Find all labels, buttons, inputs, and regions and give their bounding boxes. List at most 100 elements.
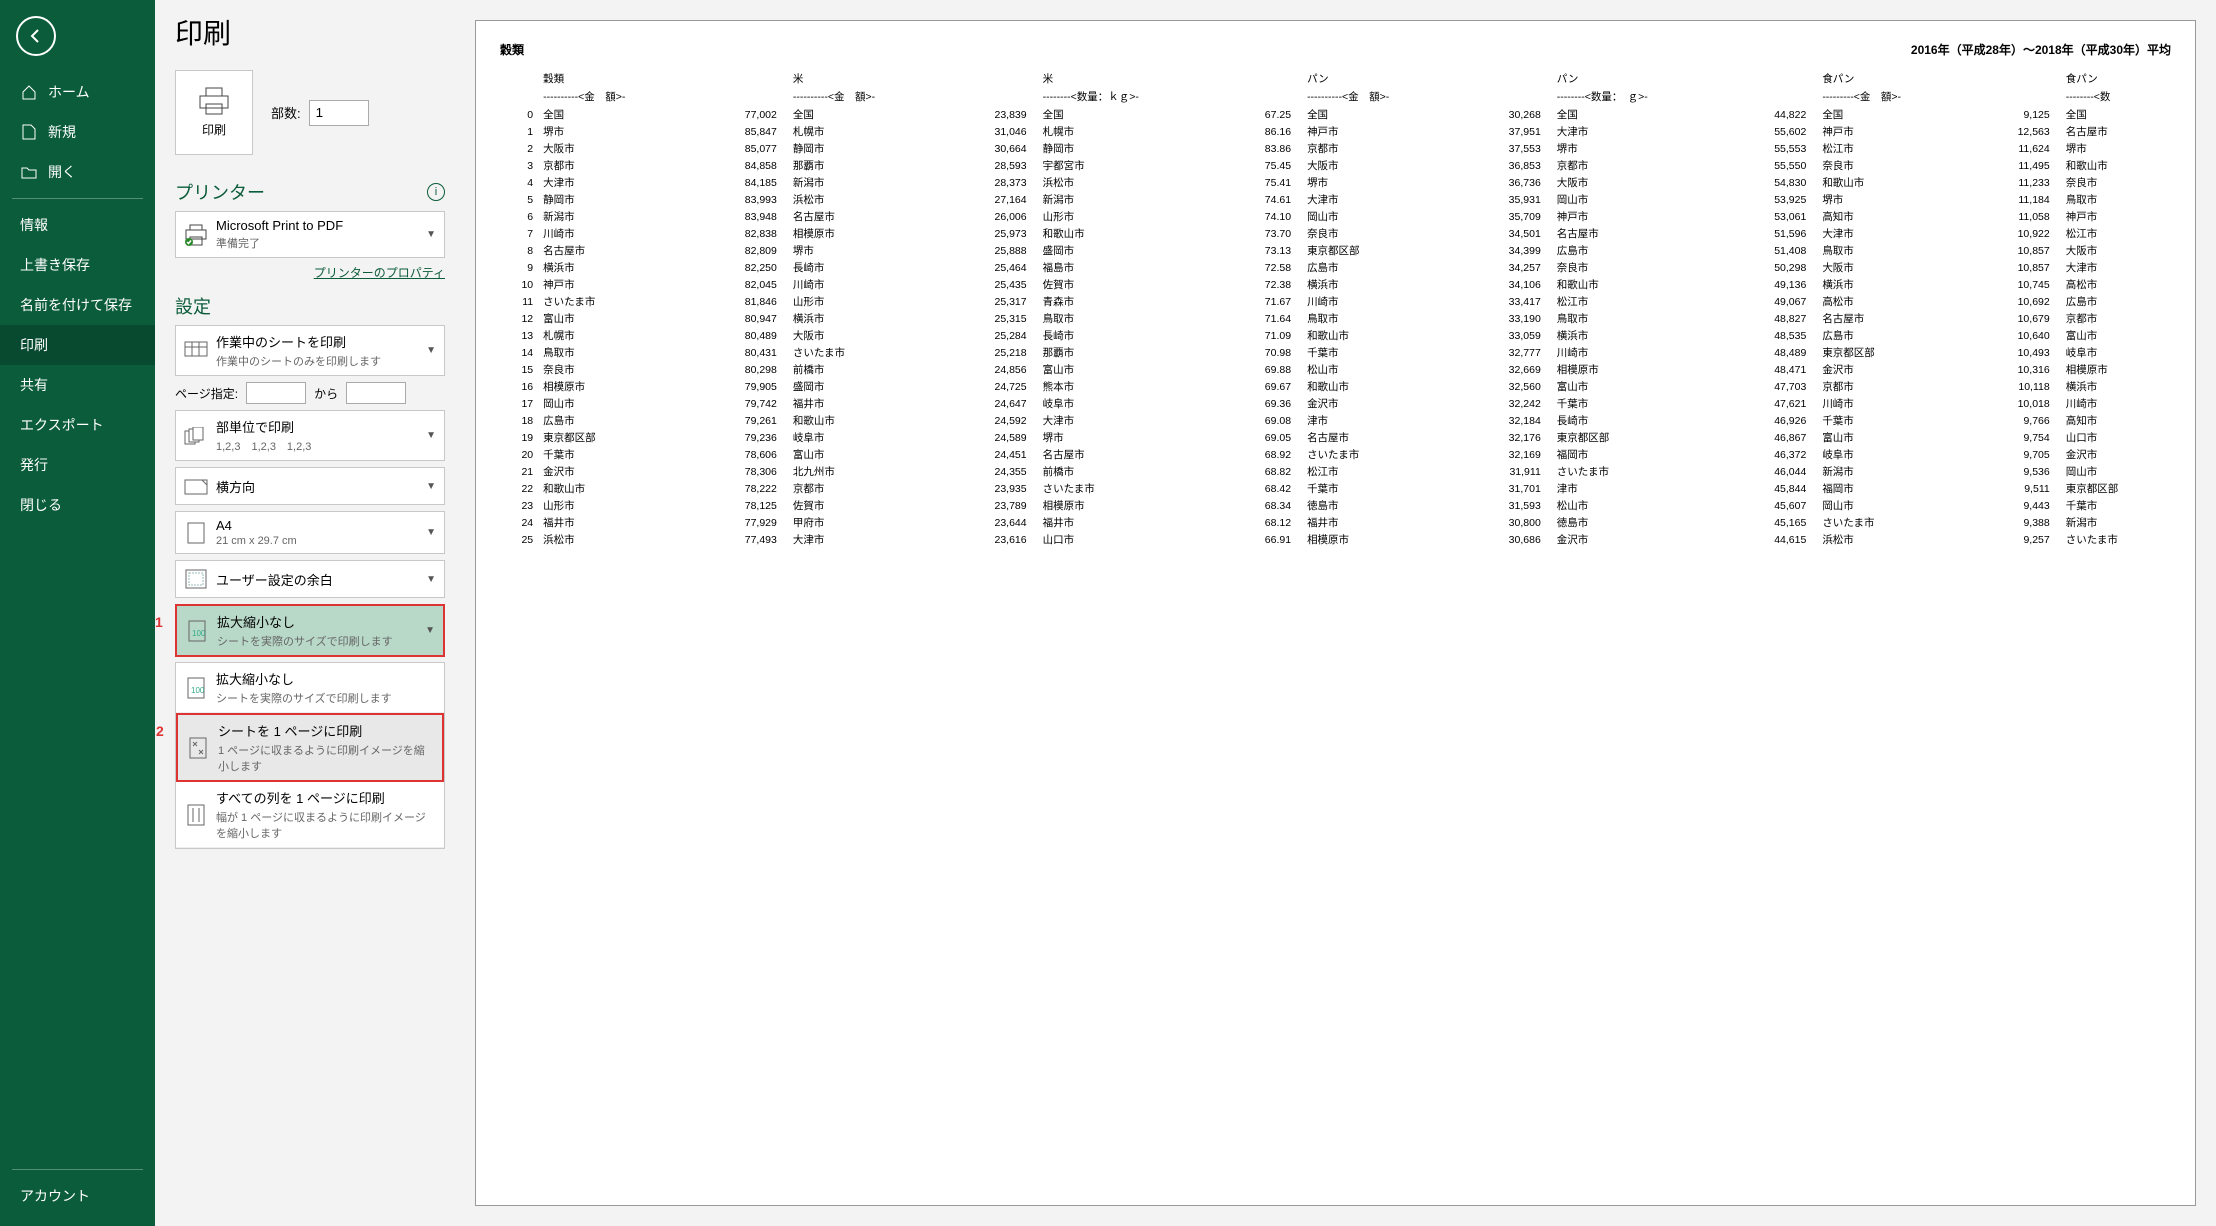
print-what-title: 作業中のシートを印刷 [216,332,418,351]
nav-print[interactable]: 印刷 [0,325,155,365]
nav-new-label: 新規 [48,122,76,142]
nav-close[interactable]: 閉じる [0,485,155,525]
orientation-label: 横方向 [216,477,418,496]
nav-print-label: 印刷 [20,335,48,355]
page-to-input[interactable] [346,382,406,404]
nav-new[interactable]: 新規 [0,112,155,152]
nav-saveas[interactable]: 名前を付けて保存 [0,285,155,325]
scaling-option-fit-cols[interactable]: すべての列を 1 ページに印刷幅が 1 ページに収まるように印刷イメージを縮小し… [176,782,444,848]
table-row: 2大阪市85,077静岡市30,664静岡市83.86京都市37,553堺市55… [500,140,2171,157]
nav-open[interactable]: 開く [0,152,155,192]
chevron-down-icon: ▼ [426,229,436,240]
back-arrow-icon [27,27,45,45]
annotation-2: 2 [156,723,164,739]
chevron-down-icon: ▼ [426,527,436,538]
table-row: 3京都市84,858那覇市28,593宇都宮市75.45大阪市36,853京都市… [500,157,2171,174]
copies-input[interactable] [309,100,369,126]
table-row: 11さいたま市81,846山形市25,317青森市71.67川崎市33,417松… [500,293,2171,310]
table-row: 22和歌山市78,222京都市23,935さいたま市68.42千葉市31,701… [500,480,2171,497]
nav-share-label: 共有 [20,375,48,395]
svg-text:100: 100 [192,629,206,638]
chevron-down-icon: ▼ [426,574,436,585]
info-icon[interactable]: i [427,183,445,201]
collate-title: 部単位で印刷 [216,417,418,436]
table-row: 17岡山市79,742福井市24,647岐阜市69.36金沢市32,242千葉市… [500,395,2171,412]
table-row: 21金沢市78,306北九州市24,355前橋市68.82松江市31,911さい… [500,463,2171,480]
printer-section-title: プリンター [175,179,265,205]
collate-selector[interactable]: 部単位で印刷 1,2,3 1,2,3 1,2,3 ▼ [175,410,445,461]
sheets-icon [184,339,208,363]
new-icon [20,123,38,141]
back-button[interactable] [16,16,56,56]
table-row: 23山形市78,125佐賀市23,789相模原市68.34徳島市31,593松山… [500,497,2171,514]
scaling-option-fit-sheet[interactable]: シートを 1 ページに印刷1 ページに収まるように印刷イメージを縮小します [176,713,444,782]
backstage-sidebar: ホーム 新規 開く 情報 上書き保存 名前を付けて保存 印刷 共有 エクスポート… [0,0,155,1226]
print-preview: 穀類 2016年（平成28年）～2018年（平成30年）平均 穀類米米パンパン食… [465,0,2216,1226]
table-row: 13札幌市80,489大阪市25,284長崎市71.09和歌山市33,059横浜… [500,327,2171,344]
print-what-selector[interactable]: 作業中のシートを印刷作業中のシートのみを印刷します ▼ [175,325,445,376]
scaling-none-title: 拡大縮小なし [216,669,436,688]
printer-icon [198,87,230,115]
sheet-title-right: 2016年（平成28年）～2018年（平成30年）平均 [1911,41,2171,58]
chevron-down-icon: ▼ [425,625,435,636]
paper-size-selector[interactable]: A421 cm x 29.7 cm ▼ [175,511,445,554]
print-button[interactable]: 印刷 [175,70,253,155]
nav-info-label: 情報 [20,215,48,235]
nav-export-label: エクスポート [20,415,104,435]
nav-separator [12,198,143,199]
page-range-to: から [314,385,338,402]
paper-icon [184,521,208,545]
table-row: 8名古屋市82,809堺市25,888盛岡市73.13東京都区部34,399広島… [500,242,2171,259]
annotation-1: 1 [155,614,163,630]
paper-title: A4 [216,518,418,533]
scaling-fit-sheet-sub: 1 ページに収まるように印刷イメージを縮小します [218,742,434,774]
scaling-dropdown-popup: 100 拡大縮小なしシートを実際のサイズで印刷します 2 シートを 1 ページに… [175,662,445,849]
nav-info[interactable]: 情報 [0,205,155,245]
scaling-selector[interactable]: 100 拡大縮小なしシートを実際のサイズで印刷します ▼ [175,604,445,657]
nav-home[interactable]: ホーム [0,72,155,112]
scaling-icon: 100 [185,619,209,643]
svg-text:100: 100 [191,686,205,695]
nav-saveas-label: 名前を付けて保存 [20,295,132,315]
settings-section-title: 設定 [175,293,211,319]
printer-properties-link[interactable]: プリンターのプロパティ [314,266,445,280]
margins-selector[interactable]: ユーザー設定の余白 ▼ [175,560,445,598]
table-row: 16相模原市79,905盛岡市24,725熊本市69.67和歌山市32,560富… [500,378,2171,395]
table-row: 7川崎市82,838相模原市25,973和歌山市73.70奈良市34,501名古… [500,225,2171,242]
preview-data-table: 穀類米米パンパン食パン食パン ----------<金 額>----------… [500,70,2171,548]
page-title: 印刷 [175,12,445,52]
table-row: 5静岡市83,993浜松市27,164新潟市74.61大津市35,931岡山市5… [500,191,2171,208]
table-row: 12富山市80,947横浜市25,315鳥取市71.64鳥取市33,190鳥取市… [500,310,2171,327]
table-row: 20千葉市78,606富山市24,451名古屋市68.92さいたま市32,169… [500,446,2171,463]
nav-export[interactable]: エクスポート [0,405,155,445]
chevron-down-icon: ▼ [426,345,436,356]
nav-separator-2 [12,1169,143,1170]
collate-sub: 1,2,3 1,2,3 1,2,3 [216,438,418,454]
page-from-input[interactable] [246,382,306,404]
copies-label: 部数: [271,103,301,122]
nav-save[interactable]: 上書き保存 [0,245,155,285]
printer-selector[interactable]: Microsoft Print to PDF準備完了 ▼ [175,211,445,258]
nav-publish[interactable]: 発行 [0,445,155,485]
margins-label: ユーザー設定の余白 [216,570,418,589]
print-settings-panel: 印刷 印刷 部数: プリンター i Microsoft Print to PDF… [155,0,465,1226]
chevron-down-icon: ▼ [426,430,436,441]
table-row: 18広島市79,261和歌山市24,592大津市69.08津市32,184長崎市… [500,412,2171,429]
scaling-option-none[interactable]: 100 拡大縮小なしシートを実際のサイズで印刷します [176,663,444,713]
nav-share[interactable]: 共有 [0,365,155,405]
table-row: 19東京都区部79,236岐阜市24,589堺市69.05名古屋市32,176東… [500,429,2171,446]
nav-publish-label: 発行 [20,455,48,475]
table-row: 14鳥取市80,431さいたま市25,218那覇市70.98千葉市32,777川… [500,344,2171,361]
chevron-down-icon: ▼ [426,481,436,492]
nav-account[interactable]: アカウント [0,1176,155,1216]
orientation-selector[interactable]: 横方向 ▼ [175,467,445,505]
print-button-label: 印刷 [202,121,226,138]
margins-icon [184,567,208,591]
scaling-fit-cols-sub: 幅が 1 ページに収まるように印刷イメージを縮小します [216,809,436,841]
scaling-none-sub: シートを実際のサイズで印刷します [216,690,436,706]
nav-close-label: 閉じる [20,495,62,515]
printer-status: 準備完了 [216,235,418,251]
landscape-icon [184,474,208,498]
table-row: 24福井市77,929甲府市23,644福井市68.12福井市30,800徳島市… [500,514,2171,531]
table-row: 0全国77,002全国23,839全国67.25全国30,268全国44,822… [500,106,2171,123]
